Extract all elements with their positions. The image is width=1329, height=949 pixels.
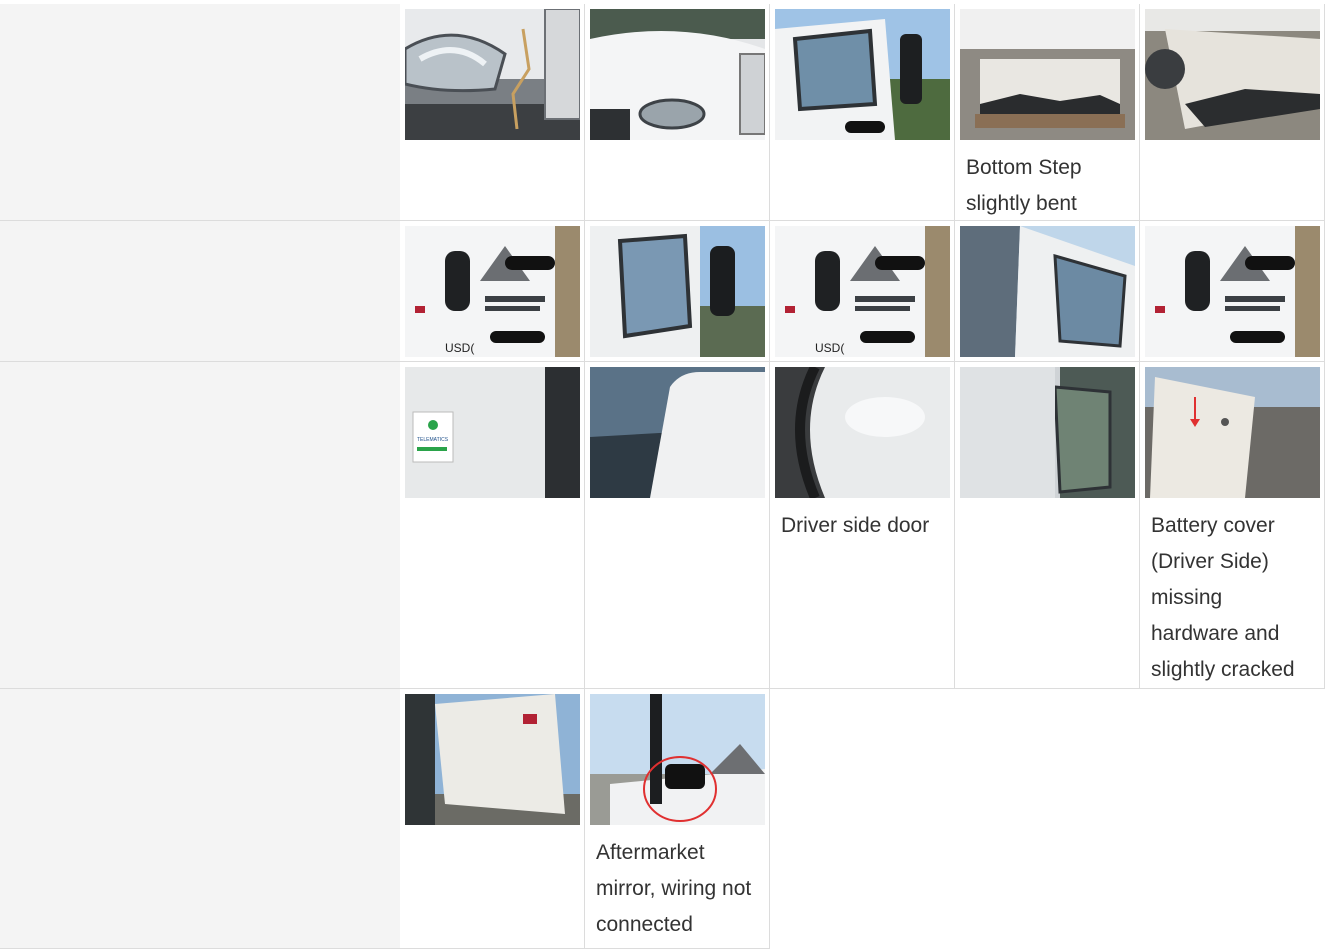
cab-side-photo[interactable]	[960, 226, 1135, 357]
front-hood-photo[interactable]	[590, 9, 765, 140]
photo-caption: Battery cover (Driver Side) missing hard…	[1151, 514, 1295, 681]
door-logo-photo[interactable]: USD(	[405, 226, 580, 357]
photo-cell: Battery cover (Driver Side) missing hard…	[1140, 362, 1325, 689]
photo-cell	[955, 221, 1140, 362]
photo-caption: Aftermarket mirror, wiring not connected	[596, 841, 752, 936]
empty-cell	[955, 689, 1140, 949]
photo-caption: Bottom Step slightly bent	[966, 156, 1082, 215]
photo-grid: Bottom Step slightly bent USD(USD(TELE…	[0, 0, 1329, 949]
bottom-step-photo[interactable]	[960, 9, 1135, 140]
row-label-cell	[0, 689, 401, 949]
photo-cell: USD(	[770, 221, 955, 362]
door-flag-photo[interactable]: USD(	[775, 226, 950, 357]
empty-cell	[1140, 689, 1325, 949]
photo-cell	[585, 362, 770, 689]
photo-cell: Aftermarket mirror, wiring not connected	[585, 689, 770, 949]
empty-cell	[770, 689, 955, 949]
aftermarket-mirror-photo[interactable]	[590, 694, 765, 825]
photo-cell	[955, 362, 1140, 689]
photo-caption: Driver side door	[781, 514, 930, 537]
svg-text:USD(: USD(	[445, 341, 474, 355]
cab-window-photo[interactable]	[775, 9, 950, 140]
photo-cell	[585, 221, 770, 362]
photo-cell	[1140, 221, 1325, 362]
photo-cell: TELEMATICS	[400, 362, 585, 689]
mirror-window-photo[interactable]	[590, 226, 765, 357]
svg-text:USD(: USD(	[815, 341, 844, 355]
telematics-sticker-photo[interactable]: TELEMATICS	[405, 367, 580, 498]
photo-cell: Bottom Step slightly bent	[955, 4, 1140, 221]
row-label-cell	[0, 362, 401, 689]
photo-cell: USD(	[400, 221, 585, 362]
door-handle-photo[interactable]	[1145, 226, 1320, 357]
photo-cell: Driver side door	[770, 362, 955, 689]
step-closeup-photo[interactable]	[1145, 9, 1320, 140]
photo-cell	[1140, 4, 1325, 221]
rear-cab-photo[interactable]	[405, 694, 580, 825]
svg-text:TELEMATICS: TELEMATICS	[417, 437, 449, 443]
row-label-cell	[0, 4, 401, 221]
battery-cover-photo[interactable]	[1145, 367, 1320, 498]
row-label-cell	[0, 221, 401, 362]
photo-cell	[585, 4, 770, 221]
photo-cell	[400, 4, 585, 221]
headlight-crack-photo[interactable]	[405, 9, 580, 140]
photo-cell	[770, 4, 955, 221]
panel-reflection-photo[interactable]	[960, 367, 1135, 498]
photo-cell	[400, 689, 585, 949]
cab-corner-photo[interactable]	[590, 367, 765, 498]
driver-door-photo[interactable]	[775, 367, 950, 498]
